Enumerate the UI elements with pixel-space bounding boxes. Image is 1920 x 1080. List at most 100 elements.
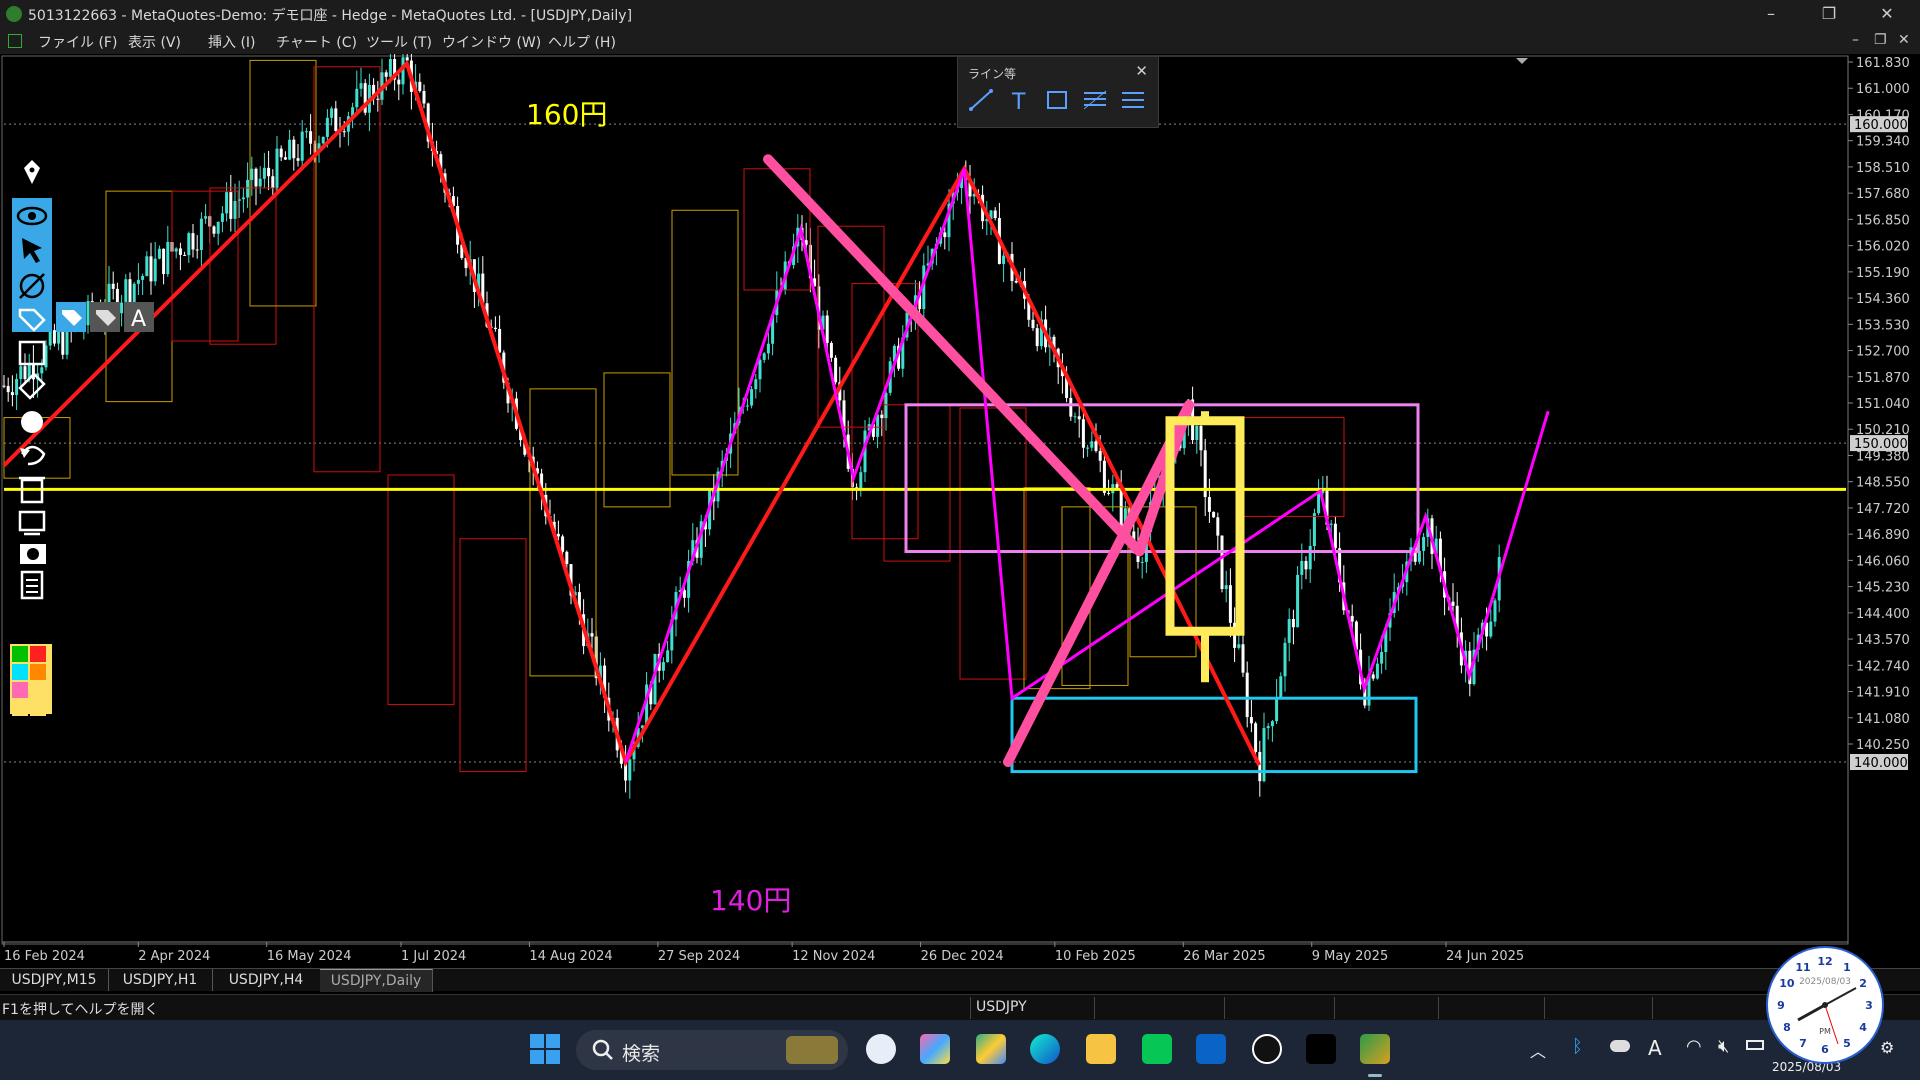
clock-minute-hand (1824, 987, 1857, 1006)
active-app-indicator (1368, 1074, 1382, 1077)
menu-insert[interactable]: 挿入 (I) (208, 32, 256, 52)
chart-window-icon[interactable] (8, 34, 22, 48)
palette-swatch[interactable] (12, 682, 28, 698)
dot-icon[interactable] (21, 411, 43, 433)
copilot-icon[interactable] (920, 1034, 950, 1064)
line-icon[interactable] (1142, 1034, 1172, 1064)
line-tools-close-button[interactable]: ✕ (1135, 62, 1148, 80)
line-tools-panel[interactable]: ライン等 ✕ T (957, 56, 1159, 128)
candle-body (590, 633, 594, 637)
channel-icon[interactable] (1118, 85, 1148, 115)
notes-icon[interactable] (20, 570, 44, 600)
candle-body (355, 88, 359, 108)
palette-swatch[interactable] (12, 646, 28, 662)
photos-icon[interactable] (976, 1034, 1006, 1064)
clock-numeral: 1 (1843, 961, 1851, 974)
camera-icon[interactable] (20, 544, 46, 564)
clock-numeral: 9 (1777, 999, 1785, 1012)
metatrader-app-icon (6, 6, 22, 22)
price-tick-label: 161.000 (1856, 82, 1910, 97)
zigzag-magenta-line[interactable] (624, 168, 1550, 763)
tab-usdjpy-m15[interactable]: USDJPY,M15 (0, 969, 109, 991)
chart-minimize-button[interactable]: – (1852, 32, 1859, 48)
palette-swatch[interactable] (30, 682, 46, 698)
xm-icon[interactable] (1306, 1034, 1336, 1064)
clock-numeral: 6 (1821, 1043, 1829, 1056)
candle-body (1224, 585, 1228, 590)
menu-window[interactable]: ウインドウ (W) (442, 32, 541, 52)
price-tick-label: 152.700 (1856, 345, 1910, 360)
chevron-up-icon[interactable]: ︿ (1530, 1038, 1546, 1062)
candle-body (1090, 441, 1094, 448)
candle-body (384, 72, 388, 77)
edge-icon[interactable] (1030, 1034, 1060, 1064)
taskbar-search[interactable]: 検索 (576, 1030, 848, 1070)
square-icon[interactable] (18, 340, 46, 366)
menu-help[interactable]: ヘルプ (H) (548, 32, 616, 52)
candle-body (330, 108, 334, 118)
menu-file[interactable]: ファイル (F) (38, 32, 117, 52)
trendline-icon[interactable] (966, 85, 996, 115)
clock-numeral: 7 (1799, 1037, 1807, 1050)
outlook-icon[interactable] (1196, 1034, 1226, 1064)
menu-view[interactable]: 表示 (V) (128, 32, 181, 52)
price-chart[interactable]: 161.830161.000160.170159.340158.510157.6… (0, 54, 1920, 968)
wifi-icon[interactable]: ◠ (1686, 1036, 1702, 1057)
text-icon[interactable]: T (1004, 85, 1034, 115)
fibonacci-icon[interactable] (1080, 85, 1110, 115)
svg-text:PM: PM (1819, 1027, 1831, 1036)
undo-icon[interactable] (20, 445, 46, 466)
candle-body (1375, 663, 1379, 679)
bluetooth-icon[interactable]: ᛒ (1572, 1036, 1583, 1057)
palette-swatch[interactable] (12, 700, 28, 716)
tab-usdjpy-h1[interactable]: USDJPY,H1 (108, 969, 213, 991)
ruler-icon[interactable] (18, 372, 46, 400)
trash-icon[interactable] (19, 476, 45, 504)
candle-body (204, 216, 208, 219)
palette-swatch[interactable] (12, 664, 28, 680)
candle-body (1329, 523, 1333, 525)
battery-icon[interactable] (1746, 1040, 1764, 1050)
mute-icon[interactable]: 🔇︎ (1718, 1036, 1729, 1057)
restore-button[interactable]: ❐ (1814, 4, 1844, 23)
price-tick-label: 141.910 (1856, 686, 1910, 701)
tab-usdjpy-daily[interactable]: USDJPY,Daily (320, 969, 433, 992)
palette-swatch[interactable] (30, 664, 46, 680)
tab-usdjpy-h4[interactable]: USDJPY,H4 (212, 969, 321, 991)
rectangle-icon[interactable] (1042, 85, 1072, 115)
candle-body (1489, 621, 1493, 637)
clock-numeral: 12 (1817, 955, 1832, 968)
chart-close-button[interactable]: ✕ (1898, 32, 1910, 48)
metatrader-icon[interactable] (1360, 1034, 1390, 1064)
notification-icon[interactable]: ⚙ (1880, 1038, 1894, 1057)
candle-body (1300, 560, 1304, 575)
higher-tf-box (671, 209, 739, 476)
candle-body (561, 536, 565, 552)
target-zone-box[interactable] (1010, 696, 1418, 774)
chart-area[interactable]: 161.830 161.000 160.170 159.340 158.510 157.6… (0, 54, 1920, 968)
ime-icon[interactable]: A (1648, 1036, 1662, 1060)
palette-swatch[interactable] (30, 646, 46, 662)
chart-shift-marker[interactable] (1516, 58, 1528, 64)
hand-drawn-pink-line[interactable] (763, 154, 1195, 767)
analog-clock-widget: 1 2 3 4 5 6 7 8 9 10 11 12 2025/08/03 PM (1766, 946, 1884, 1064)
tradingview-icon[interactable] (1252, 1034, 1282, 1064)
candle-body (1241, 644, 1245, 673)
close-button[interactable]: ✕ (1872, 4, 1902, 23)
menu-tools[interactable]: ツール (T) (366, 32, 432, 52)
color-palette[interactable] (10, 644, 52, 716)
cloud-icon[interactable] (1610, 1040, 1630, 1052)
chart-restore-button[interactable]: ❐ (1874, 32, 1887, 48)
clock-app-icon[interactable] (866, 1034, 896, 1064)
title-bar: 5013122663 - MetaQuotes-Demo: デモ口座 - Hed… (0, 0, 1920, 28)
monitor-icon[interactable] (18, 510, 46, 536)
price-tick-label: 161.830 (1856, 56, 1910, 71)
pen-icon[interactable] (24, 160, 40, 184)
palette-swatch[interactable] (30, 700, 46, 716)
windows-start-icon[interactable] (526, 1030, 566, 1070)
explorer-icon[interactable] (1086, 1034, 1116, 1064)
minimize-button[interactable]: – (1756, 4, 1786, 23)
candle-body (1220, 535, 1224, 590)
annotation-140: 140円 (710, 884, 791, 917)
menu-charts[interactable]: チャート (C) (276, 32, 357, 52)
